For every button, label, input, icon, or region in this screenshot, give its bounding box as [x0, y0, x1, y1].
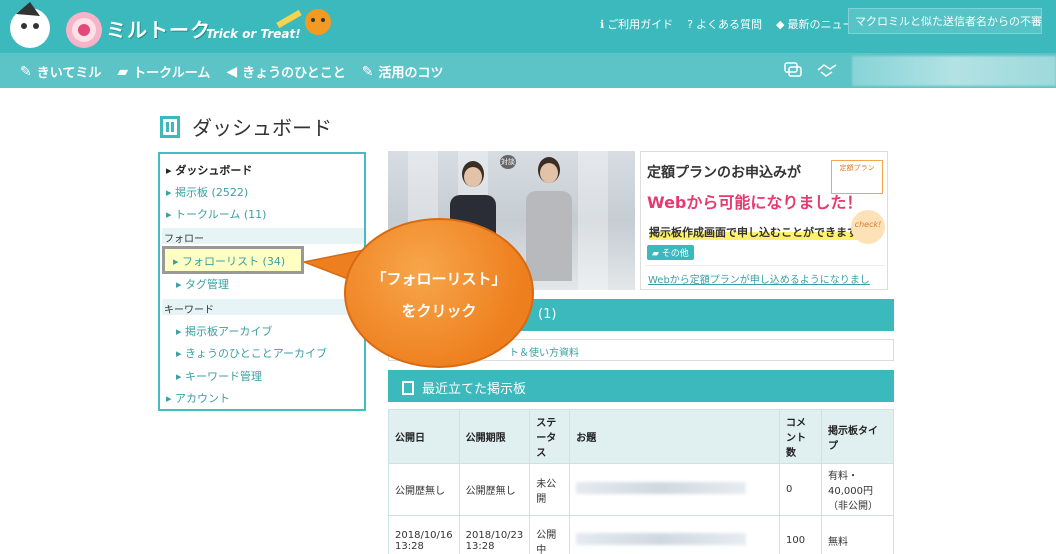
- pencil-icon: ✎: [361, 63, 374, 80]
- sidebar-item-account[interactable]: ▸ アカウント: [166, 390, 230, 406]
- nav-item-hitokoto[interactable]: ◀ きょうのひとこと: [226, 62, 345, 82]
- megaphone-icon: ◆: [776, 17, 785, 31]
- kiitemiru-icon: ✎: [20, 63, 32, 80]
- recent-boards-table: 公開日 公開期限 ステータス お題 コメント数 掲示板タイプ 公開歴無し 公開歴…: [388, 409, 894, 554]
- megaphone-icon: ◀: [226, 63, 238, 80]
- col-limit: 公開期限: [458, 409, 531, 464]
- guide-link[interactable]: ℹ ご利用ガイド: [600, 16, 673, 32]
- clipboard-icon: [402, 381, 414, 395]
- notice-ticker[interactable]: マクロミルと似た送信者名からの不審なメ…: [848, 8, 1042, 34]
- sidebar-section-keyword: キーワード: [162, 299, 364, 316]
- handshake-icon[interactable]: [816, 62, 838, 78]
- table-header-row: 公開日 公開期限 ステータス お題 コメント数 掲示板タイプ: [388, 409, 894, 464]
- nav-item-talkroom[interactable]: ▰ トークルーム: [117, 62, 210, 82]
- nav-item-kiitemiru[interactable]: ✎ きいてミル: [20, 62, 101, 82]
- sidebar-item-tags[interactable]: ▸ タグ管理: [176, 276, 229, 292]
- check-badge: check!: [851, 210, 885, 244]
- top-links: ℹ ご利用ガイド ? よくある質問 ◆ 最新のニュース: [600, 16, 864, 32]
- top-header: ミルトーク Trick or Treat! ℹ ご利用ガイド ? よくある質問 …: [0, 0, 1056, 53]
- halloween-mascot-icon: [10, 2, 102, 48]
- table-row[interactable]: 2018/10/16 13:28 2018/10/23 13:28 公開中 10…: [388, 515, 894, 554]
- sidebar-item-dashboard[interactable]: ▸ ダッシュボード: [166, 162, 252, 178]
- col-type: 掲示板タイプ: [821, 409, 894, 464]
- info-icon: ℹ: [600, 17, 605, 31]
- page-title: ダッシュボード: [160, 112, 332, 141]
- faq-link[interactable]: ? よくある質問: [687, 16, 762, 32]
- col-topic: お題: [569, 409, 780, 464]
- instruction-callout: 「フォローリスト」 をクリック: [344, 218, 534, 368]
- logo-text: ミルトーク: [106, 18, 211, 42]
- sidebar-item-board-archive[interactable]: ▸ 掲示板アーカイブ: [176, 323, 272, 339]
- table-row[interactable]: 公開歴無し 公開歴無し 未公開 0 有料・40,000円（非公開）: [388, 463, 894, 516]
- category-badge: ▰ その他: [647, 245, 694, 260]
- building-icon: [160, 115, 180, 138]
- logo[interactable]: ミルトーク Trick or Treat!: [6, 2, 336, 52]
- col-status: ステータス: [529, 409, 571, 464]
- plan-tag: 定額プラン: [831, 160, 883, 194]
- sidebar-section-follow: フォロー: [162, 228, 364, 245]
- talkroom-icon: ▰: [117, 63, 129, 80]
- banner-footer-link[interactable]: Webから定額プランが申し込めるようになりました！: [645, 265, 885, 287]
- sidebar-item-talkroom[interactable]: ▸ トークルーム (11): [166, 206, 266, 222]
- fixed-plan-banner[interactable]: 定額プランのお申込みが Webから可能になりました！ 掲示板作成画面で申し込むこ…: [640, 151, 888, 290]
- chat-icon[interactable]: [784, 62, 802, 78]
- sidebar-item-hitokoto-archive[interactable]: ▸ きょうのひとことアーカイブ: [176, 345, 327, 361]
- nav-item-tips[interactable]: ✎ 活用のコツ: [361, 62, 444, 82]
- col-comments: コメント数: [779, 409, 822, 464]
- blurred-topic: [576, 533, 747, 545]
- col-open-date: 公開日: [388, 409, 460, 464]
- blurred-topic: [576, 482, 747, 494]
- question-icon: ?: [687, 17, 694, 31]
- sidebar-item-keyword-manage[interactable]: ▸ キーワード管理: [176, 368, 262, 384]
- recent-boards-header: 最近立てた掲示板: [388, 370, 894, 402]
- interview-sign: 対談: [500, 155, 516, 169]
- user-account-area[interactable]: [852, 56, 1056, 86]
- sidebar-item-follow-list[interactable]: ▸ フォローリスト (34): [162, 246, 304, 274]
- sidebar-item-board[interactable]: ▸ 掲示板 (2522): [166, 184, 248, 200]
- pumpkin-icon: [276, 9, 331, 35]
